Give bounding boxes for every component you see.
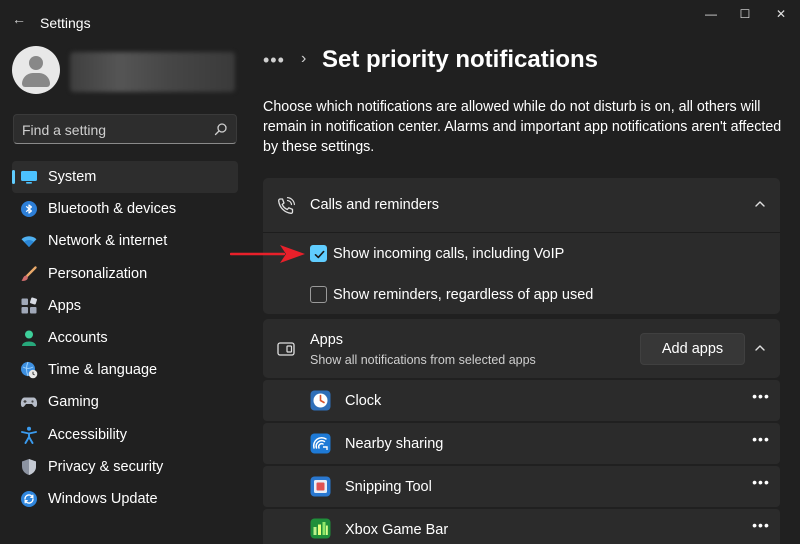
- app-title: Settings: [40, 15, 91, 31]
- chevron-up-icon[interactable]: [754, 198, 766, 210]
- sidebar-item-label: Apps: [48, 297, 82, 314]
- incoming-calls-checkbox[interactable]: [310, 245, 327, 262]
- app-label: Xbox Game Bar: [345, 522, 449, 538]
- maximize-button[interactable]: ☐: [727, 4, 763, 24]
- app-row-snipping-tool: Snipping Tool •••: [263, 466, 780, 507]
- update-icon: [21, 490, 37, 507]
- avatar: [12, 46, 60, 94]
- clock-icon: [310, 390, 331, 411]
- sidebar-item-accounts[interactable]: Accounts: [12, 322, 238, 354]
- minimize-icon: —: [705, 7, 717, 21]
- gamepad-icon: [20, 397, 38, 408]
- page-description: Choose which notifications are allowed w…: [263, 99, 782, 155]
- globe-clock-icon: [21, 361, 38, 379]
- incoming-calls-option[interactable]: Show incoming calls, including VoIP: [263, 233, 780, 274]
- calls-reminders-title: Calls and reminders: [310, 197, 439, 213]
- app-window-icon: [277, 342, 295, 356]
- sidebar-item-apps[interactable]: Apps: [12, 290, 238, 322]
- chevron-right-icon: ›: [301, 50, 307, 67]
- xbox-game-bar-icon: [310, 518, 331, 539]
- reminders-label: Show reminders, regardless of app used: [333, 287, 594, 303]
- sidebar-item-gaming[interactable]: Gaming: [12, 386, 238, 418]
- more-options-button[interactable]: •••: [751, 475, 771, 495]
- brush-icon: [21, 265, 37, 281]
- apps-title: Apps: [310, 332, 344, 348]
- close-button[interactable]: ✕: [763, 4, 799, 24]
- sidebar-item-label: Gaming: [48, 394, 99, 411]
- sidebar-item-label: Bluetooth & devices: [48, 201, 177, 218]
- sidebar-item-label: Privacy & security: [48, 458, 164, 475]
- reminders-checkbox[interactable]: [310, 286, 327, 303]
- bluetooth-icon: [21, 201, 37, 218]
- system-icon: [21, 171, 37, 184]
- sidebar-item-time-language[interactable]: Time & language: [12, 354, 238, 386]
- minimize-button[interactable]: —: [693, 4, 729, 24]
- title-bar: ← Settings — ☐ ✕: [0, 0, 800, 40]
- incoming-calls-label: Show incoming calls, including VoIP: [333, 246, 565, 262]
- sidebar-nav: System Bluetooth & devices Network & int…: [12, 161, 238, 515]
- checkmark-icon: [314, 250, 325, 259]
- reminders-option[interactable]: Show reminders, regardless of app used: [263, 274, 780, 315]
- back-arrow-icon: ←: [12, 11, 26, 27]
- calls-reminders-card: Calls and reminders Show incoming calls,…: [263, 178, 780, 314]
- account-icon: [22, 330, 36, 346]
- more-options-button[interactable]: •••: [751, 518, 771, 538]
- chevron-up-icon[interactable]: [754, 342, 766, 354]
- app-row-clock: Clock •••: [263, 380, 780, 421]
- sidebar-item-label: Windows Update: [48, 490, 158, 507]
- calls-reminders-header[interactable]: Calls and reminders: [263, 178, 780, 232]
- apps-subtitle: Show all notifications from selected app…: [310, 353, 536, 367]
- avatar-head: [29, 56, 43, 70]
- more-options-button[interactable]: •••: [751, 389, 771, 409]
- app-label: Snipping Tool: [345, 479, 432, 495]
- user-profile[interactable]: [12, 46, 237, 96]
- apps-card: Apps Show all notifications from selecte…: [263, 319, 780, 378]
- back-button[interactable]: ←: [10, 10, 28, 28]
- sidebar-item-privacy-security[interactable]: Privacy & security: [12, 451, 238, 483]
- search-icon[interactable]: [214, 122, 228, 136]
- sidebar-item-label: System: [48, 169, 97, 185]
- profile-name-redacted: [70, 52, 235, 92]
- sidebar-item-windows-update[interactable]: Windows Update: [12, 483, 238, 515]
- sidebar-item-label: Time & language: [48, 362, 158, 379]
- shield-icon: [22, 458, 36, 475]
- sidebar-item-label: Personalization: [48, 265, 148, 282]
- breadcrumb-overflow-button[interactable]: •••: [263, 50, 285, 71]
- accessibility-icon: [21, 426, 37, 444]
- app-row-nearby-sharing: Nearby sharing •••: [263, 423, 780, 464]
- maximize-icon: ☐: [739, 7, 751, 21]
- app-label: Nearby sharing: [345, 436, 444, 452]
- nearby-sharing-icon: [310, 433, 331, 454]
- sidebar-item-accessibility[interactable]: Accessibility: [12, 419, 238, 451]
- add-apps-button[interactable]: Add apps: [640, 333, 745, 365]
- more-options-button[interactable]: •••: [751, 432, 771, 452]
- search-box[interactable]: [13, 114, 237, 144]
- sidebar-item-system[interactable]: System: [12, 161, 238, 193]
- app-label: Clock: [345, 393, 382, 409]
- annotation-arrow-icon: [230, 245, 305, 263]
- sidebar-item-personalization[interactable]: Personalization: [12, 258, 238, 290]
- snipping-tool-icon: [310, 476, 331, 497]
- sidebar-item-network[interactable]: Network & internet: [12, 225, 238, 257]
- sidebar-item-label: Accounts: [48, 329, 108, 346]
- avatar-body: [22, 73, 50, 87]
- close-icon: ✕: [775, 7, 787, 21]
- phone-ringing-icon: [278, 197, 295, 214]
- search-input[interactable]: [22, 121, 212, 139]
- sidebar-item-bluetooth[interactable]: Bluetooth & devices: [12, 193, 238, 225]
- apps-icon: [21, 297, 38, 314]
- app-row-xbox-game-bar: Xbox Game Bar •••: [263, 509, 780, 544]
- sidebar-item-label: Network & internet: [48, 233, 168, 250]
- sidebar-item-label: Accessibility: [48, 426, 127, 443]
- wifi-icon: [21, 236, 37, 248]
- page-title: Set priority notifications: [322, 46, 599, 73]
